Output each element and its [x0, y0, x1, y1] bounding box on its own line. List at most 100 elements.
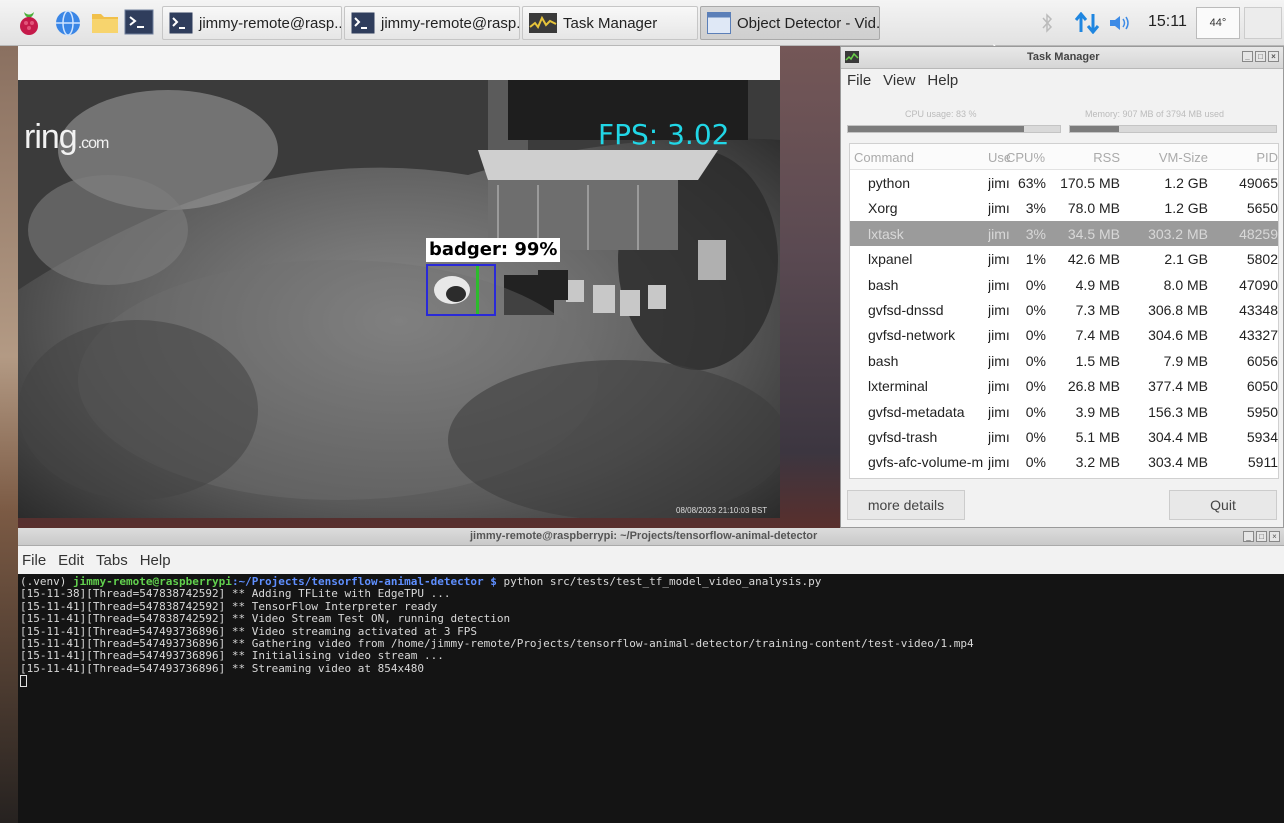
taskbar-button-label: jimmy-remote@rasp... — [199, 14, 342, 32]
browser-globe-icon[interactable] — [54, 9, 84, 37]
process-rss: 7.4 MB — [1075, 327, 1120, 344]
terminal-window[interactable]: jimmy-remote@raspberrypi: ~/Projects/ten… — [18, 528, 1284, 823]
table-row[interactable]: lxpanel jimı 1% 42.6 MB 2.1 GB 5802 — [850, 246, 1278, 271]
menu-help[interactable]: Help — [927, 72, 958, 89]
minimize-button[interactable]: _ — [1243, 531, 1254, 542]
process-command: gvfsd-dnssd — [868, 302, 944, 318]
ring-logo-suffix: .com — [77, 135, 110, 152]
menu-help[interactable]: Help — [140, 552, 171, 569]
column-header-vm-size[interactable]: VM-Size — [1136, 150, 1208, 165]
close-button[interactable]: × — [1268, 51, 1279, 62]
process-cpu: 63% — [1017, 175, 1046, 191]
process-cpu: 0% — [1025, 352, 1046, 369]
process-vm-size: 1.2 GB — [1164, 175, 1208, 191]
bluetooth-icon[interactable] — [1040, 13, 1054, 33]
more-details-button[interactable]: more details — [847, 490, 965, 520]
process-rss: 4.9 MB — [1075, 276, 1120, 293]
panel-right-area — [1244, 7, 1282, 39]
process-command: lxterminal — [868, 378, 928, 395]
detection-bounding-box — [426, 264, 496, 316]
menu-file[interactable]: File — [847, 72, 871, 89]
process-rss: 7.3 MB — [1075, 302, 1120, 318]
minimize-button[interactable]: _ — [1242, 51, 1253, 62]
process-cpu: 0% — [1025, 302, 1046, 318]
log-line: [15-11-41][Thread=547838742592] ** Video… — [20, 612, 511, 626]
process-vm-size: 304.6 MB — [1148, 327, 1208, 344]
process-vm-size: 303.2 MB — [1148, 225, 1208, 242]
window-controls: _ □ × — [1242, 51, 1279, 62]
detection-label: badger: 99% — [426, 238, 561, 262]
task-manager-titlebar[interactable]: Task Manager _ □ × — [841, 47, 1283, 69]
terminal-titlebar[interactable]: jimmy-remote@raspberrypi: ~/Projects/ten… — [18, 528, 1284, 546]
window-controls: _ □ × — [1243, 531, 1280, 542]
menu-edit[interactable]: Edit — [58, 552, 84, 569]
quit-button[interactable]: Quit — [1169, 490, 1277, 520]
table-row[interactable]: bash jimı 0% 4.9 MB 8.0 MB 47090 — [850, 272, 1278, 297]
taskbar-button-terminal-2[interactable]: jimmy-remote@rasp... — [344, 6, 520, 40]
table-row[interactable]: lxtask jimı 3% 34.5 MB 303.2 MB 48259 — [850, 220, 1278, 247]
panel-clock[interactable]: 15:11 — [1148, 13, 1187, 31]
network-transfer-icon[interactable] — [1074, 12, 1100, 34]
table-row[interactable]: gvfsd-trash jimı 0% 5.1 MB 304.4 MB 5934 — [850, 424, 1278, 449]
process-vm-size: 306.8 MB — [1148, 302, 1208, 318]
column-header-command[interactable]: Command — [854, 150, 972, 165]
menu-view[interactable]: View — [883, 72, 915, 89]
terminal-launcher-icon[interactable] — [124, 9, 154, 37]
process-pid: 49065 — [1239, 175, 1278, 191]
table-row[interactable]: bash jimı 0% 1.5 MB 7.9 MB 6056 — [850, 348, 1278, 373]
process-pid: 43348 — [1239, 302, 1278, 318]
process-pid: 5650 — [1246, 200, 1278, 217]
process-pid: 47090 — [1239, 276, 1278, 293]
window-title: Task Manager — [1027, 51, 1100, 63]
process-command: lxpanel — [868, 251, 913, 268]
maximize-button[interactable]: □ — [1255, 51, 1266, 62]
file-manager-folder-icon[interactable] — [90, 9, 120, 37]
task-manager-window[interactable]: Task Manager _ □ × File View Help CPU us… — [840, 46, 1284, 528]
terminal-output[interactable]: (.venv) jimmy-remote@raspberrypi:~/Proje… — [18, 574, 1284, 823]
process-vm-size: 304.4 MB — [1148, 429, 1208, 445]
table-row[interactable]: gvfsd-metadata jimı 0% 3.9 MB 156.3 MB 5950 — [850, 399, 1278, 424]
table-row[interactable]: gvfs-afc-volume-m jimı 0% 3.2 MB 303.4 MB 591… — [850, 449, 1278, 474]
column-header-rss[interactable]: RSS — [1048, 150, 1120, 165]
cpu-temperature-indicator[interactable]: 44° — [1196, 7, 1240, 39]
task-manager-menubar: File View Help — [847, 72, 958, 89]
process-cpu: 3% — [1025, 200, 1046, 217]
process-command: gvfsd-trash — [868, 429, 938, 445]
process-vm-size: 1.2 GB — [1164, 200, 1208, 217]
process-rss: 26.8 MB — [1067, 378, 1120, 395]
memory-usage-bar-fill — [1070, 126, 1120, 132]
process-pid: 43327 — [1239, 327, 1278, 344]
column-header-cpu[interactable]: CPU% ▼ — [1006, 150, 1046, 165]
command-text: python src/tests/test_tf_model_video_ana… — [496, 575, 822, 588]
process-rss: 170.5 MB — [1060, 175, 1120, 191]
detection-inner-box — [476, 266, 479, 314]
maximize-button[interactable]: □ — [1256, 531, 1267, 542]
taskbar-button-label: Task Manager — [563, 14, 658, 32]
cpu-usage-bar — [847, 125, 1061, 133]
process-table[interactable]: Command Use CPU% ▼ RSS VM-Size PID pytho… — [849, 143, 1279, 479]
object-detector-video-window[interactable]: ring.com FPS: 3.02 badger: 99% 08/08/202… — [18, 46, 780, 518]
taskbar-button-object-detector[interactable]: Object Detector - Vid... — [700, 6, 880, 40]
process-pid: 5802 — [1246, 251, 1278, 268]
table-row[interactable]: python jimı 63% 170.5 MB 1.2 GB 49065 — [850, 170, 1278, 195]
menu-file[interactable]: File — [22, 552, 46, 569]
process-vm-size: 7.9 MB — [1163, 352, 1208, 369]
table-row[interactable]: Xorg jimı 3% 78.0 MB 1.2 GB 5650 — [850, 195, 1278, 220]
terminal-log-lines: [15-11-38][Thread=547838742592] ** Addin… — [20, 587, 1282, 675]
process-rss: 1.5 MB — [1075, 352, 1120, 369]
table-row[interactable]: gvfsd-dnssd jimı 0% 7.3 MB 306.8 MB 43348 — [850, 297, 1278, 322]
table-row[interactable]: lxterminal jimı 0% 26.8 MB 377.4 MB 6050 — [850, 373, 1278, 398]
table-row[interactable]: gvfsd-network jimı 0% 7.4 MB 304.6 MB 43327 — [850, 322, 1278, 347]
close-button[interactable]: × — [1269, 531, 1280, 542]
process-cpu: 0% — [1025, 276, 1046, 293]
menu-tabs[interactable]: Tabs — [96, 552, 128, 569]
cpu-usage-bar-fill — [848, 126, 1024, 132]
process-cpu: 1% — [1025, 251, 1046, 268]
taskbar-button-task-manager[interactable]: Task Manager — [522, 6, 698, 40]
volume-icon[interactable] — [1108, 14, 1134, 32]
process-cpu: 0% — [1025, 429, 1046, 445]
process-rss: 3.2 MB — [1075, 454, 1120, 471]
taskbar-button-terminal-1[interactable]: jimmy-remote@rasp... — [162, 6, 342, 40]
raspberry-menu-icon[interactable] — [16, 9, 46, 37]
column-header-pid[interactable]: PID — [1212, 150, 1278, 165]
